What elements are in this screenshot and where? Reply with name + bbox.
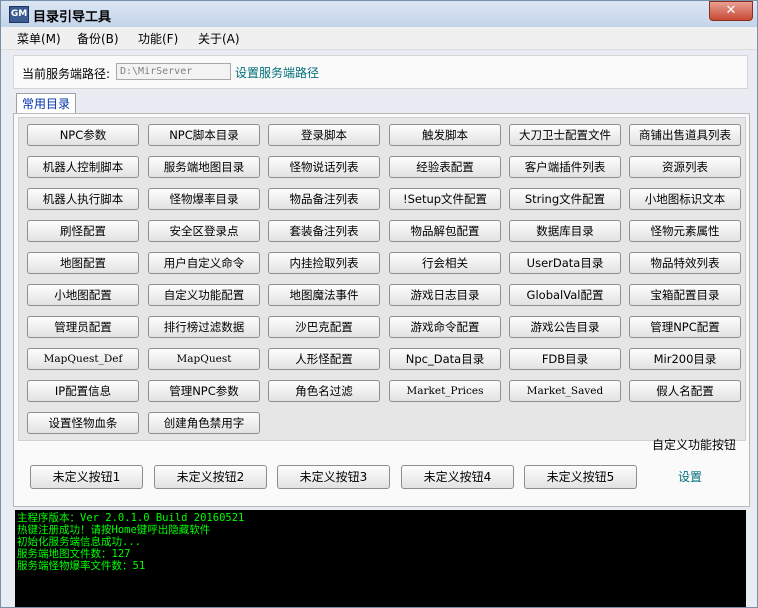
shortcut-button[interactable]: 地图魔法事件 xyxy=(268,284,380,306)
shortcut-button-grid: NPC参数 NPC脚本目录 登录脚本 触发脚本 大刀卫士配置文件 商铺出售道具列表机器人控… xyxy=(18,117,746,441)
shortcut-button[interactable]: !Setup文件配置 xyxy=(389,188,501,210)
shortcut-button[interactable]: 机器人执行脚本 xyxy=(27,188,139,210)
shortcut-button[interactable]: Npc_Data目录 xyxy=(389,348,501,370)
shortcut-button[interactable]: MapQuest xyxy=(148,348,260,370)
app-icon: GM xyxy=(9,6,29,23)
shortcut-button[interactable]: 创建角色禁用字 xyxy=(148,412,260,434)
shortcut-button[interactable]: 假人名配置 xyxy=(629,380,741,402)
shortcut-button[interactable]: 物品特效列表 xyxy=(629,252,741,274)
app-window: GM 目录引导工具 ✕ 菜单(M) 备份(B) 功能(F) 关于(A) 当前服务… xyxy=(0,0,758,608)
shortcut-button[interactable]: 管理NPC配置 xyxy=(629,316,741,338)
log-console: 主程序版本：Ver 2.0.1.0 Build 20160521 热键注册成功！请… xyxy=(15,510,746,607)
shortcut-button[interactable]: 资源列表 xyxy=(629,156,741,178)
server-path-bar: 当前服务端路径: D:\MirServer 设置服务端路径 xyxy=(13,55,748,89)
shortcut-button[interactable]: 小地图配置 xyxy=(27,284,139,306)
tab-common-directories[interactable]: 常用目录 xyxy=(16,93,76,114)
shortcut-button[interactable]: 套装备注列表 xyxy=(268,220,380,242)
shortcut-button[interactable]: IP配置信息 xyxy=(27,380,139,402)
custom-buttons-title: 自定义功能按钮 xyxy=(652,438,737,452)
custom-button-4[interactable]: 未定义按钮4 xyxy=(401,465,514,489)
console-line: 初始化服务端信息成功... xyxy=(17,536,141,548)
shortcut-button[interactable]: NPC脚本目录 xyxy=(148,124,260,146)
shortcut-button[interactable]: String文件配置 xyxy=(509,188,621,210)
shortcut-button[interactable]: 人形怪配置 xyxy=(268,348,380,370)
shortcut-button[interactable]: 登录脚本 xyxy=(268,124,380,146)
console-line: 热键注册成功！请按Home键呼出隐藏软件 xyxy=(17,524,211,536)
console-line: 服务端怪物爆率文件数：51 xyxy=(17,560,146,572)
shortcut-button[interactable]: 机器人控制脚本 xyxy=(27,156,139,178)
shortcut-button[interactable]: 数据库目录 xyxy=(509,220,621,242)
shortcut-button[interactable]: 小地图标识文本 xyxy=(629,188,741,210)
shortcut-button[interactable]: FDB目录 xyxy=(509,348,621,370)
shortcut-button[interactable]: 物品解包配置 xyxy=(389,220,501,242)
close-button[interactable]: ✕ xyxy=(709,1,753,21)
shortcut-button[interactable]: 游戏公告目录 xyxy=(509,316,621,338)
shortcut-button[interactable]: 怪物说话列表 xyxy=(268,156,380,178)
custom-button-2[interactable]: 未定义按钮2 xyxy=(154,465,267,489)
shortcut-button[interactable]: 管理NPC参数 xyxy=(148,380,260,402)
console-line: 服务端地图文件数：127 xyxy=(17,548,131,560)
shortcut-button[interactable]: 地图配置 xyxy=(27,252,139,274)
window-title: 目录引导工具 xyxy=(33,10,112,25)
shortcut-button[interactable]: 用户自定义命令 xyxy=(148,252,260,274)
shortcut-button[interactable]: Market_Prices xyxy=(389,380,501,402)
shortcut-button[interactable]: 商铺出售道具列表 xyxy=(629,124,741,146)
shortcut-button[interactable]: Mir200目录 xyxy=(629,348,741,370)
shortcut-button[interactable]: 游戏日志目录 xyxy=(389,284,501,306)
shortcut-button[interactable]: 刷怪配置 xyxy=(27,220,139,242)
shortcut-button[interactable]: 沙巴克配置 xyxy=(268,316,380,338)
shortcut-button[interactable]: 角色名过滤 xyxy=(268,380,380,402)
server-path-label: 当前服务端路径: xyxy=(22,67,111,81)
menu-item-function[interactable]: 功能(F) xyxy=(138,30,178,47)
menu-item-menu[interactable]: 菜单(M) xyxy=(17,30,61,47)
shortcut-button[interactable]: 经验表配置 xyxy=(389,156,501,178)
menu-bar: 菜单(M) 备份(B) 功能(F) 关于(A) xyxy=(1,27,757,50)
shortcut-button[interactable]: Market_Saved xyxy=(509,380,621,402)
shortcut-button[interactable]: 物品备注列表 xyxy=(268,188,380,210)
custom-settings-link[interactable]: 设置 xyxy=(678,468,702,485)
shortcut-button[interactable]: 触发脚本 xyxy=(389,124,501,146)
custom-button-5[interactable]: 未定义按钮5 xyxy=(524,465,637,489)
shortcut-button[interactable]: 服务端地图目录 xyxy=(148,156,260,178)
shortcut-button[interactable]: 宝箱配置目录 xyxy=(629,284,741,306)
title-bar[interactable]: GM 目录引导工具 ✕ xyxy=(1,1,757,27)
server-path-input[interactable]: D:\MirServer xyxy=(116,63,231,80)
custom-button-1[interactable]: 未定义按钮1 xyxy=(30,465,143,489)
shortcut-button[interactable]: NPC参数 xyxy=(27,124,139,146)
custom-button-3[interactable]: 未定义按钮3 xyxy=(277,465,390,489)
shortcut-button[interactable]: 安全区登录点 xyxy=(148,220,260,242)
console-line: 主程序版本：Ver 2.0.1.0 Build 20160521 xyxy=(17,512,245,524)
shortcut-button[interactable]: 自定义功能配置 xyxy=(148,284,260,306)
shortcut-button[interactable]: 行会相关 xyxy=(389,252,501,274)
shortcut-button[interactable]: 排行榜过滤数据 xyxy=(148,316,260,338)
shortcut-button[interactable]: 设置怪物血条 xyxy=(27,412,139,434)
shortcut-button[interactable]: 内挂捡取列表 xyxy=(268,252,380,274)
shortcut-button[interactable]: 怪物元素属性 xyxy=(629,220,741,242)
menu-item-backup[interactable]: 备份(B) xyxy=(77,30,119,47)
shortcut-button[interactable]: 游戏命令配置 xyxy=(389,316,501,338)
shortcut-button[interactable]: UserData目录 xyxy=(509,252,621,274)
tab-panel: NPC参数 NPC脚本目录 登录脚本 触发脚本 大刀卫士配置文件 商铺出售道具列表机器人控… xyxy=(13,113,750,507)
shortcut-button[interactable]: 怪物爆率目录 xyxy=(148,188,260,210)
shortcut-button[interactable]: MapQuest_Def xyxy=(27,348,139,370)
shortcut-button[interactable]: 客户端插件列表 xyxy=(509,156,621,178)
set-server-path-link[interactable]: 设置服务端路径 xyxy=(235,64,319,81)
shortcut-button[interactable]: GlobalVal配置 xyxy=(509,284,621,306)
shortcut-button[interactable]: 管理员配置 xyxy=(27,316,139,338)
shortcut-button[interactable]: 大刀卫士配置文件 xyxy=(509,124,621,146)
menu-item-about[interactable]: 关于(A) xyxy=(198,30,240,47)
